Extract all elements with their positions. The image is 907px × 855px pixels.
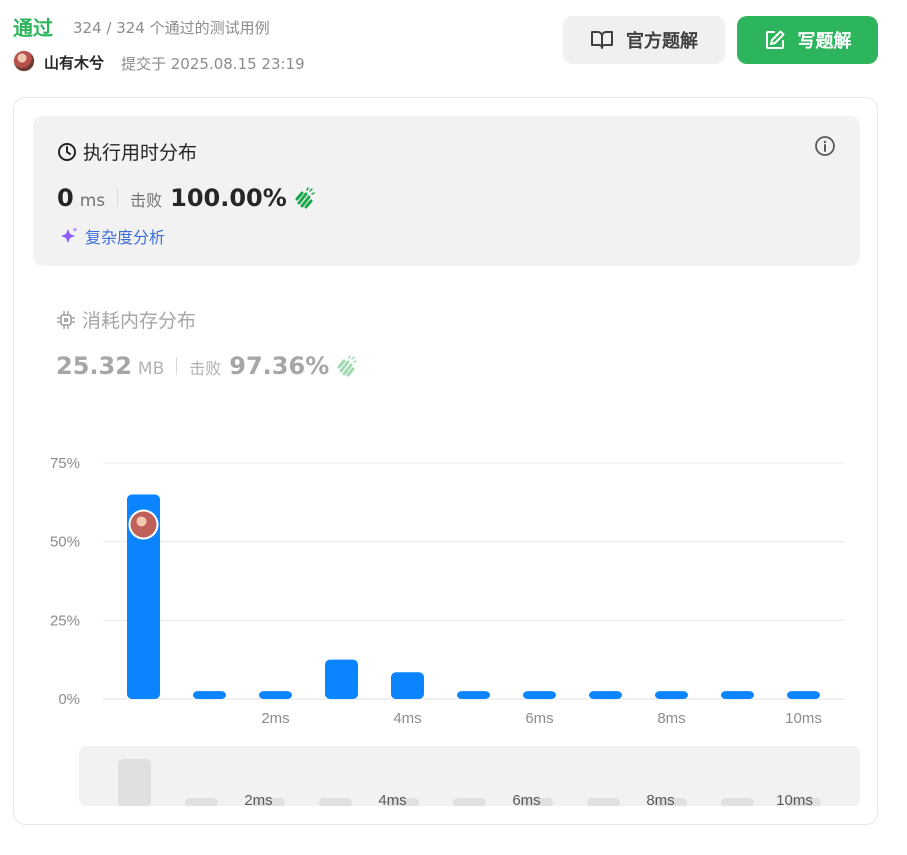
write-solution-button[interactable]: 写题解: [737, 16, 878, 64]
mini-bar-1ms: [185, 798, 218, 806]
mini-x-tick-label: 6ms: [512, 792, 540, 806]
runtime-distribution-chart[interactable]: 75% 50% 25% 0% 2ms 4ms 6ms 8ms 10ms: [14, 98, 879, 738]
bar-9ms[interactable]: [721, 691, 754, 699]
mini-x-tick-label: 10ms: [776, 792, 813, 806]
bar-6ms[interactable]: [523, 691, 556, 699]
bar-7ms[interactable]: [589, 691, 622, 699]
official-solution-button[interactable]: 官方题解: [563, 16, 725, 64]
write-solution-label: 写题解: [797, 31, 852, 52]
x-tick-label: 10ms: [785, 710, 822, 727]
mini-x-tick-label: 8ms: [646, 792, 674, 806]
chart-range-navigator[interactable]: 2ms 4ms 6ms 8ms 10ms: [79, 746, 860, 806]
y-tick-label: 50%: [50, 534, 80, 551]
edit-icon: [765, 30, 784, 49]
bar-10ms[interactable]: [787, 691, 820, 699]
mini-bar-0ms: [118, 759, 151, 806]
x-tick-label: 2ms: [261, 710, 289, 727]
x-tick-label: 8ms: [657, 710, 685, 727]
official-solution-label: 官方题解: [626, 31, 698, 52]
y-tick-label: 0%: [58, 691, 80, 708]
result-card: 执行用时分布 0 ms 击败 100.00% 复杂度分析 消耗内存分布 25.3…: [13, 97, 878, 825]
bar-5ms[interactable]: [457, 691, 490, 699]
bar-2ms[interactable]: [259, 691, 292, 699]
bar-8ms[interactable]: [655, 691, 688, 699]
test-cases-summary: 324 / 324 个通过的测试用例: [73, 19, 270, 37]
mini-bar-9ms: [721, 798, 754, 806]
y-tick-label: 75%: [50, 455, 80, 472]
username[interactable]: 山有木兮: [44, 52, 104, 73]
bar-3ms[interactable]: [325, 659, 358, 699]
avatar[interactable]: [13, 50, 35, 72]
bar-1ms[interactable]: [193, 691, 226, 699]
bar-4ms[interactable]: [391, 672, 424, 699]
mini-x-tick-label: 2ms: [244, 792, 272, 806]
navigator-chart[interactable]: 2ms 4ms 6ms 8ms 10ms: [79, 746, 860, 806]
x-tick-label: 4ms: [393, 710, 421, 727]
book-icon: [591, 31, 613, 49]
submitted-time: 提交于 2025.08.15 23:19: [121, 55, 305, 73]
mini-bar-3ms: [319, 798, 352, 806]
y-tick-label: 25%: [50, 612, 80, 629]
x-tick-label: 6ms: [525, 710, 553, 727]
mini-bar-7ms: [587, 798, 620, 806]
mini-x-tick-label: 4ms: [378, 792, 406, 806]
mini-bar-5ms: [453, 798, 486, 806]
avatar-marker-face: [136, 516, 147, 527]
status-text: 通过: [13, 16, 53, 40]
